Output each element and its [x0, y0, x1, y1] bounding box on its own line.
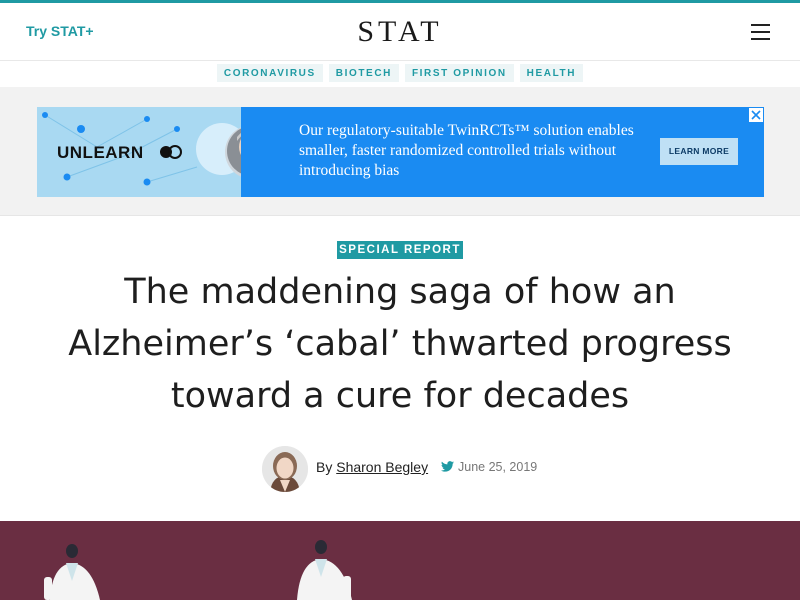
ad-learn-more-button[interactable]: LEARN MORE: [660, 138, 738, 165]
advertisement-banner[interactable]: UNLEARN Our regulatory-suitable TwinRCTs…: [37, 107, 764, 197]
ad-choices-close-icon[interactable]: [748, 107, 764, 123]
byline-text: By Sharon Begley: [316, 459, 428, 475]
nav-item-biotech[interactable]: BIOTECH: [328, 64, 399, 82]
nav-item-first-opinion[interactable]: FIRST OPINION: [404, 64, 514, 82]
hamburger-menu-icon[interactable]: [751, 24, 770, 40]
site-header: Try STAT+ STAT: [0, 3, 800, 61]
nav-item-coronavirus[interactable]: CORONAVIRUS: [216, 64, 323, 82]
twitter-icon[interactable]: [441, 461, 454, 472]
publish-date: June 25, 2019: [458, 460, 538, 474]
nav-item-health[interactable]: HEALTH: [519, 64, 584, 82]
hero-illustration: [0, 521, 800, 600]
unlearn-logo-icon: [160, 145, 182, 159]
stat-logo[interactable]: STAT: [0, 15, 800, 49]
author-link[interactable]: Sharon Begley: [336, 459, 428, 475]
ad-brand-name: UNLEARN: [57, 143, 144, 162]
byline-prefix: By: [316, 459, 337, 475]
ad-artwork: UNLEARN: [37, 107, 241, 197]
article-headline: The maddening saga of how an Alzheimer’s…: [68, 272, 732, 416]
author-avatar: [262, 446, 308, 492]
section-nav: CORONAVIRUS BIOTECH FIRST OPINION HEALTH: [0, 62, 800, 87]
ad-band: UNLEARN Our regulatory-suitable TwinRCTs…: [0, 87, 800, 216]
ad-copy: Our regulatory-suitable TwinRCTs™ soluti…: [299, 122, 634, 179]
byline: By Sharon Begley June 25, 2019: [262, 446, 562, 492]
hero-artwork: [44, 540, 352, 600]
special-report-badge[interactable]: SPECIAL REPORT: [337, 241, 463, 259]
